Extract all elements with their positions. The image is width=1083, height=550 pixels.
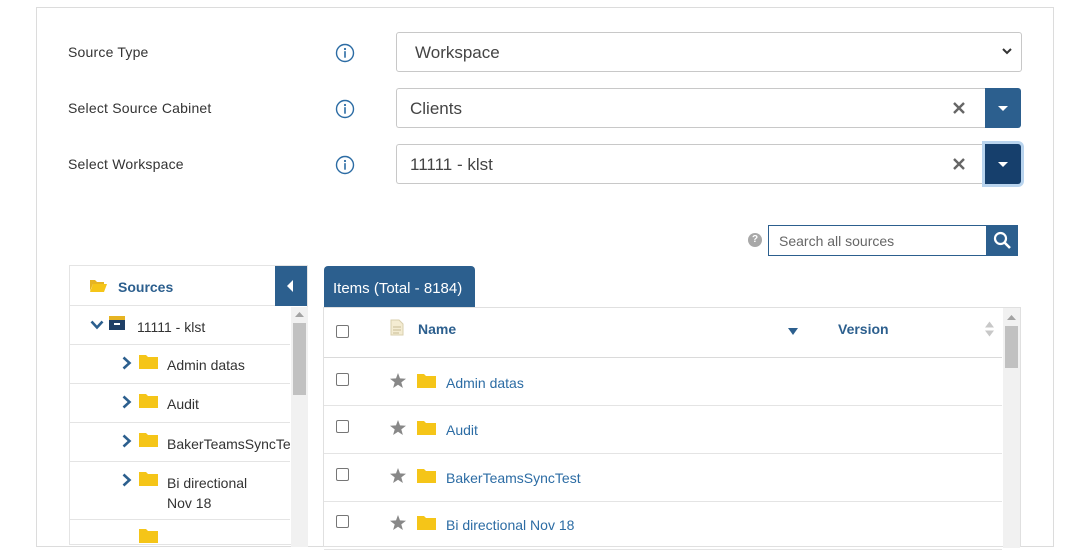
- info-icon[interactable]: [335, 155, 355, 175]
- star-icon[interactable]: [390, 373, 406, 388]
- folder-icon: [417, 515, 436, 530]
- sources-title: Sources: [118, 279, 174, 295]
- source-type-select[interactable]: Workspace: [396, 32, 1022, 72]
- sort-desc-icon[interactable]: [788, 328, 798, 336]
- row-checkbox[interactable]: [336, 373, 349, 386]
- item-name-link[interactable]: Bi directional Nov 18: [446, 517, 574, 533]
- table-row[interactable]: Admin datas: [324, 358, 1002, 406]
- row-checkbox[interactable]: [336, 420, 349, 433]
- star-icon[interactable]: [390, 420, 406, 435]
- scroll-up-icon[interactable]: [1007, 314, 1016, 320]
- folder-icon: [139, 471, 158, 486]
- tree-item-label: Bi directional: [167, 475, 248, 491]
- tree-item[interactable]: [70, 520, 290, 547]
- tree-scrollbar[interactable]: [291, 307, 308, 547]
- folder-icon: [139, 432, 158, 447]
- sources-panel: Sources 11111 - klst Admin datas Audit B…: [69, 265, 308, 547]
- grid-scrollbar[interactable]: [1003, 308, 1020, 548]
- caret-down-icon: [998, 162, 1008, 167]
- workspace-combobox[interactable]: 11111 - klst: [396, 144, 986, 184]
- info-icon[interactable]: [335, 43, 355, 63]
- source-cabinet-label: Select Source Cabinet: [68, 100, 212, 116]
- scroll-up-icon[interactable]: [295, 311, 304, 317]
- column-version-header[interactable]: Version: [838, 321, 889, 337]
- expand-chevron-icon[interactable]: [122, 473, 132, 487]
- sources-header: Sources: [70, 266, 307, 306]
- expand-chevron-icon[interactable]: [90, 320, 104, 330]
- select-all-checkbox[interactable]: [336, 325, 349, 338]
- workspace-value: 11111 - klst: [410, 155, 493, 174]
- expand-chevron-icon[interactable]: [122, 434, 132, 448]
- source-type-value: Workspace: [415, 43, 500, 62]
- source-cabinet-combobox[interactable]: Clients: [396, 88, 986, 128]
- item-name-link[interactable]: BakerTeamsSyncTest: [446, 470, 581, 486]
- grid-scrollbar-thumb[interactable]: [1005, 326, 1018, 368]
- clear-icon[interactable]: [952, 101, 966, 115]
- collapse-left-icon: [286, 279, 294, 293]
- source-cabinet-value: Clients: [410, 99, 462, 118]
- sources-tree: 11111 - klst Admin datas Audit BakerTeam…: [70, 307, 290, 547]
- search-icon: [993, 231, 1012, 250]
- search-button[interactable]: [986, 225, 1018, 256]
- items-tab[interactable]: Items (Total - 8184): [324, 266, 475, 308]
- folder-icon: [417, 373, 436, 388]
- tree-item-root[interactable]: 11111 - klst: [70, 307, 290, 345]
- tree-item-label: Audit: [167, 396, 199, 412]
- expand-chevron-icon[interactable]: [122, 356, 132, 370]
- tree-item[interactable]: BakerTeamsSyncTest: [70, 423, 290, 462]
- search-input[interactable]: [768, 225, 986, 256]
- item-name-link[interactable]: Audit: [446, 422, 478, 438]
- tree-item[interactable]: Audit: [70, 384, 290, 423]
- row-checkbox[interactable]: [336, 515, 349, 528]
- sort-icon[interactable]: [985, 321, 994, 337]
- star-icon[interactable]: [390, 468, 406, 483]
- source-cabinet-dropdown-button[interactable]: [985, 88, 1021, 128]
- workspace-label: Select Workspace: [68, 156, 184, 172]
- collapse-sources-button[interactable]: [275, 266, 307, 306]
- folder-icon: [139, 528, 158, 543]
- table-row[interactable]: Audit: [324, 406, 1002, 454]
- source-type-label: Source Type: [68, 44, 149, 60]
- folder-icon: [139, 393, 158, 408]
- tree-item-label: BakerTeamsSyncTest: [167, 436, 290, 452]
- chevron-down-icon: [1001, 45, 1013, 57]
- folder-icon: [417, 468, 436, 483]
- item-name-link[interactable]: Admin datas: [446, 375, 524, 391]
- info-icon[interactable]: [335, 99, 355, 119]
- folder-icon: [417, 420, 436, 435]
- file-icon: [390, 319, 404, 336]
- tree-scrollbar-thumb[interactable]: [293, 323, 306, 395]
- clear-icon[interactable]: [952, 157, 966, 171]
- tree-item[interactable]: Admin datas: [70, 345, 290, 384]
- folder-icon: [139, 354, 158, 369]
- tree-item-label: 11111 - klst: [137, 319, 206, 335]
- star-icon[interactable]: [390, 515, 406, 530]
- tree-item-label: Nov 18: [167, 495, 212, 511]
- folder-open-icon: [89, 278, 107, 293]
- grid-header: Name Version: [324, 308, 1002, 358]
- table-row[interactable]: BakerTeamsSyncTest: [324, 454, 1002, 502]
- tree-item-label: Admin datas: [167, 357, 245, 373]
- caret-down-icon: [998, 106, 1008, 111]
- expand-chevron-icon[interactable]: [122, 395, 132, 409]
- workspace-dropdown-button[interactable]: [985, 144, 1021, 184]
- items-grid: Name Version Admin datas Audit BakerTeam…: [323, 307, 1021, 550]
- column-name-header[interactable]: Name: [418, 321, 456, 337]
- table-row[interactable]: Bi directional Nov 18: [324, 502, 1002, 550]
- help-icon[interactable]: ?: [748, 233, 762, 247]
- tree-item[interactable]: Bi directional Nov 18: [70, 462, 290, 520]
- cabinet-icon: [108, 315, 126, 331]
- row-checkbox[interactable]: [336, 468, 349, 481]
